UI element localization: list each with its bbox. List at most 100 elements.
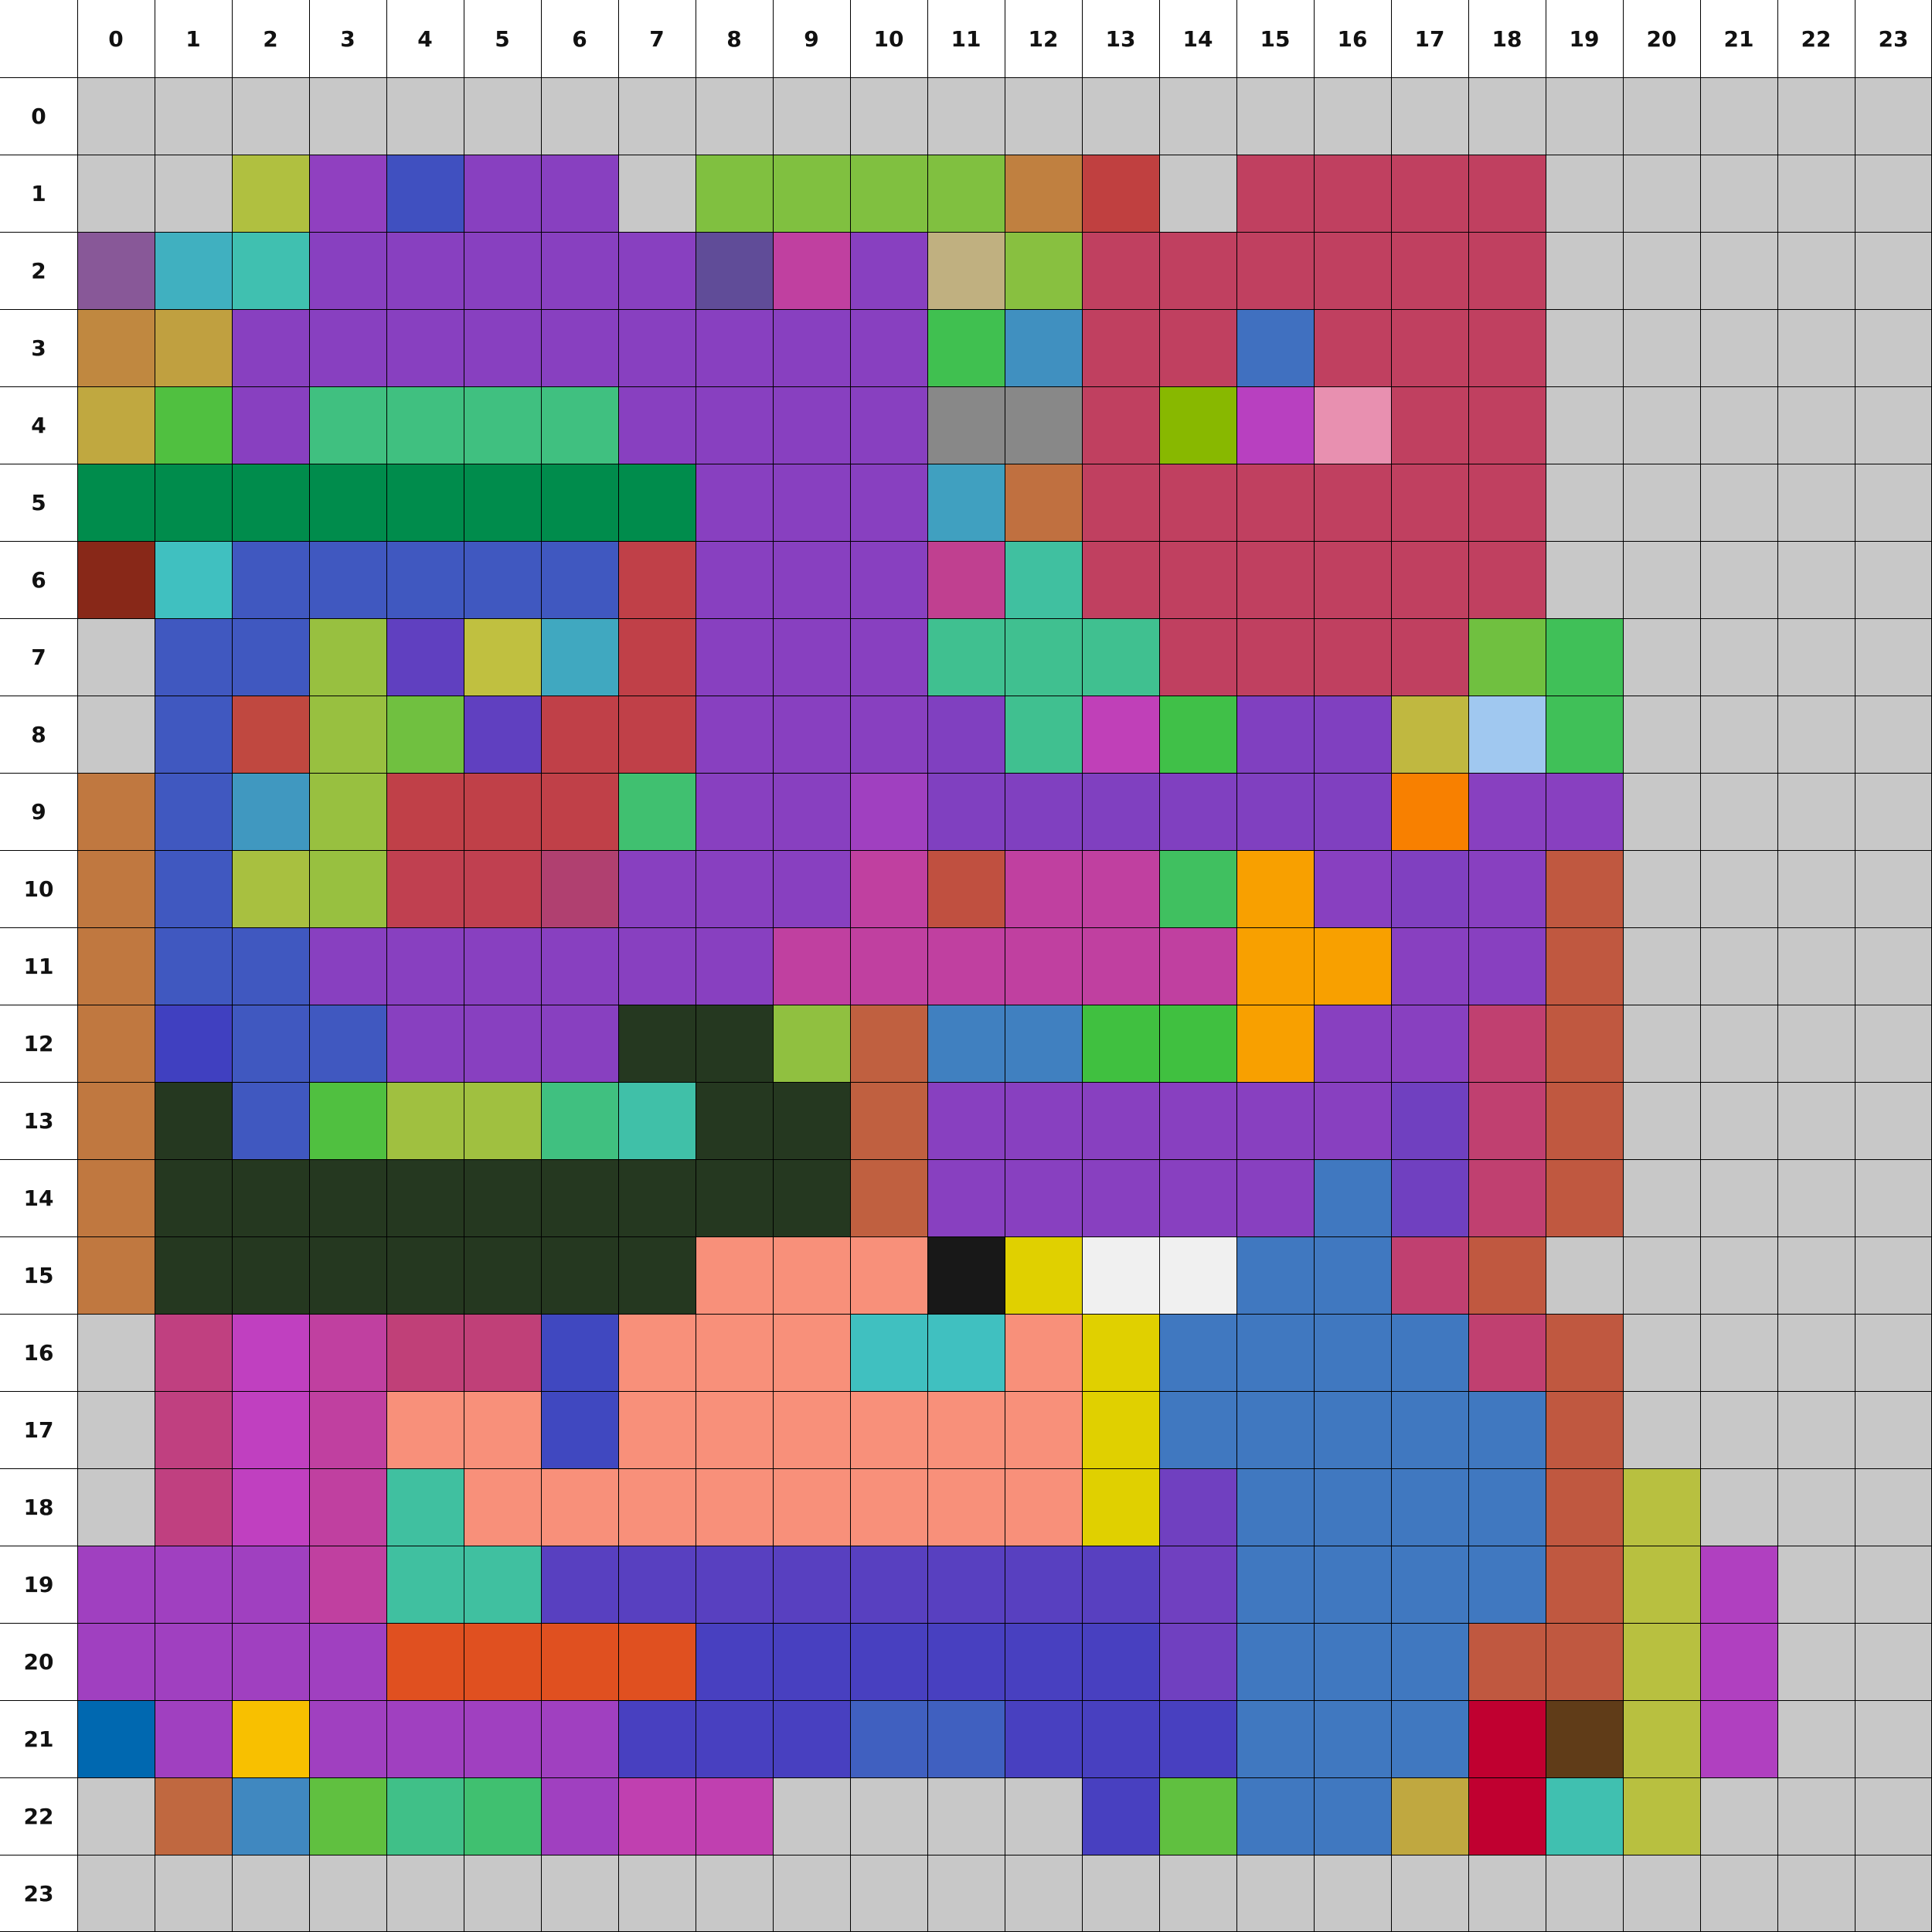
grid-cell-r20-c16[interactable] [1314,1623,1391,1700]
grid-cell-r15-c22[interactable] [1777,1236,1855,1314]
grid-cell-r10-c5[interactable] [464,850,541,927]
grid-cell-r16-c15[interactable] [1236,1314,1314,1391]
grid-cell-r22-c18[interactable] [1468,1777,1546,1855]
grid-cell-r11-c22[interactable] [1777,927,1855,1005]
grid-cell-r12-c4[interactable] [386,1005,464,1082]
grid-cell-r10-c22[interactable] [1777,850,1855,927]
grid-cell-r7-c8[interactable] [696,618,773,696]
grid-cell-r14-c20[interactable] [1623,1159,1700,1236]
grid-cell-r22-c11[interactable] [927,1777,1005,1855]
grid-cell-r22-c4[interactable] [386,1777,464,1855]
grid-cell-r3-c1[interactable] [155,309,232,386]
grid-cell-r22-c5[interactable] [464,1777,541,1855]
grid-cell-r8-c6[interactable] [541,696,618,773]
grid-cell-r23-c5[interactable] [464,1855,541,1932]
grid-cell-r15-c0[interactable] [77,1236,155,1314]
grid-cell-r14-c1[interactable] [155,1159,232,1236]
grid-cell-r23-c11[interactable] [927,1855,1005,1932]
grid-cell-r0-c11[interactable] [927,77,1005,155]
grid-cell-r6-c7[interactable] [618,541,696,618]
grid-cell-r12-c23[interactable] [1855,1005,1932,1082]
grid-cell-r3-c10[interactable] [850,309,927,386]
grid-cell-r21-c20[interactable] [1623,1700,1700,1777]
grid-cell-r9-c18[interactable] [1468,773,1546,850]
grid-cell-r21-c10[interactable] [850,1700,927,1777]
grid-cell-r6-c20[interactable] [1623,541,1700,618]
grid-cell-r16-c2[interactable] [232,1314,309,1391]
grid-cell-r2-c6[interactable] [541,232,618,309]
grid-cell-r2-c1[interactable] [155,232,232,309]
grid-cell-r16-c12[interactable] [1005,1314,1082,1391]
grid-cell-r13-c4[interactable] [386,1082,464,1159]
grid-cell-r5-c7[interactable] [618,464,696,541]
grid-cell-r16-c10[interactable] [850,1314,927,1391]
grid-cell-r2-c0[interactable] [77,232,155,309]
grid-cell-r21-c7[interactable] [618,1700,696,1777]
grid-cell-r5-c9[interactable] [773,464,850,541]
grid-cell-r21-c18[interactable] [1468,1700,1546,1777]
grid-cell-r15-c1[interactable] [155,1236,232,1314]
grid-cell-r16-c7[interactable] [618,1314,696,1391]
grid-cell-r14-c15[interactable] [1236,1159,1314,1236]
grid-cell-r6-c2[interactable] [232,541,309,618]
grid-cell-r5-c18[interactable] [1468,464,1546,541]
grid-cell-r8-c21[interactable] [1700,696,1777,773]
grid-cell-r7-c6[interactable] [541,618,618,696]
grid-cell-r19-c4[interactable] [386,1546,464,1623]
grid-cell-r4-c18[interactable] [1468,386,1546,464]
grid-cell-r10-c23[interactable] [1855,850,1932,927]
grid-cell-r6-c22[interactable] [1777,541,1855,618]
grid-cell-r12-c2[interactable] [232,1005,309,1082]
grid-cell-r20-c1[interactable] [155,1623,232,1700]
grid-cell-r16-c11[interactable] [927,1314,1005,1391]
grid-cell-r21-c2[interactable] [232,1700,309,1777]
grid-cell-r3-c11[interactable] [927,309,1005,386]
grid-cell-r15-c4[interactable] [386,1236,464,1314]
grid-cell-r10-c1[interactable] [155,850,232,927]
grid-cell-r9-c14[interactable] [1159,773,1236,850]
grid-cell-r9-c19[interactable] [1546,773,1623,850]
grid-cell-r3-c22[interactable] [1777,309,1855,386]
grid-cell-r3-c2[interactable] [232,309,309,386]
grid-cell-r8-c16[interactable] [1314,696,1391,773]
grid-cell-r21-c4[interactable] [386,1700,464,1777]
grid-cell-r6-c18[interactable] [1468,541,1546,618]
grid-cell-r23-c6[interactable] [541,1855,618,1932]
grid-cell-r18-c4[interactable] [386,1468,464,1546]
grid-cell-r8-c4[interactable] [386,696,464,773]
grid-cell-r21-c19[interactable] [1546,1700,1623,1777]
grid-cell-r19-c21[interactable] [1700,1546,1777,1623]
grid-cell-r1-c16[interactable] [1314,155,1391,232]
grid-cell-r18-c9[interactable] [773,1468,850,1546]
grid-cell-r8-c22[interactable] [1777,696,1855,773]
grid-cell-r5-c4[interactable] [386,464,464,541]
grid-cell-r1-c11[interactable] [927,155,1005,232]
grid-cell-r3-c4[interactable] [386,309,464,386]
grid-cell-r0-c20[interactable] [1623,77,1700,155]
grid-cell-r23-c12[interactable] [1005,1855,1082,1932]
grid-cell-r10-c18[interactable] [1468,850,1546,927]
grid-cell-r15-c3[interactable] [309,1236,386,1314]
grid-cell-r17-c22[interactable] [1777,1391,1855,1468]
grid-cell-r10-c2[interactable] [232,850,309,927]
grid-cell-r13-c12[interactable] [1005,1082,1082,1159]
grid-cell-r13-c7[interactable] [618,1082,696,1159]
grid-cell-r11-c14[interactable] [1159,927,1236,1005]
grid-cell-r15-c19[interactable] [1546,1236,1623,1314]
grid-cell-r9-c7[interactable] [618,773,696,850]
grid-cell-r12-c12[interactable] [1005,1005,1082,1082]
grid-cell-r5-c19[interactable] [1546,464,1623,541]
grid-cell-r16-c13[interactable] [1082,1314,1159,1391]
grid-cell-r13-c15[interactable] [1236,1082,1314,1159]
grid-cell-r12-c16[interactable] [1314,1005,1391,1082]
grid-cell-r6-c5[interactable] [464,541,541,618]
grid-cell-r2-c3[interactable] [309,232,386,309]
grid-cell-r19-c11[interactable] [927,1546,1005,1623]
grid-cell-r23-c9[interactable] [773,1855,850,1932]
grid-cell-r9-c3[interactable] [309,773,386,850]
grid-cell-r11-c5[interactable] [464,927,541,1005]
grid-cell-r21-c0[interactable] [77,1700,155,1777]
grid-cell-r7-c4[interactable] [386,618,464,696]
grid-cell-r3-c18[interactable] [1468,309,1546,386]
grid-cell-r2-c22[interactable] [1777,232,1855,309]
